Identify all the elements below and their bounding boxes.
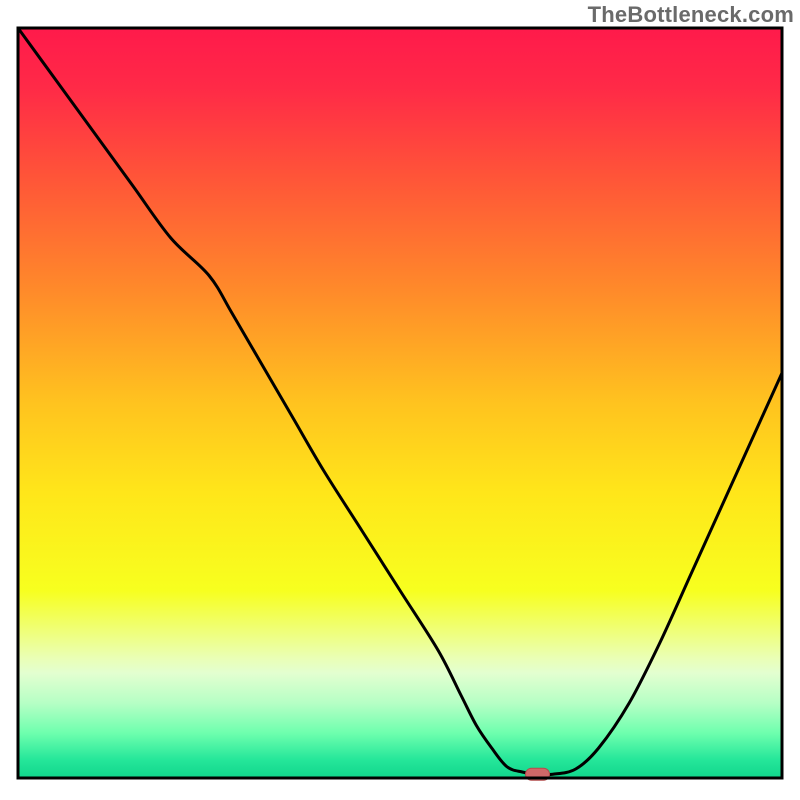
bottleneck-chart xyxy=(0,0,800,800)
chart-container: { "watermark": "TheBottleneck.com", "col… xyxy=(0,0,800,800)
gradient-background xyxy=(18,28,782,778)
